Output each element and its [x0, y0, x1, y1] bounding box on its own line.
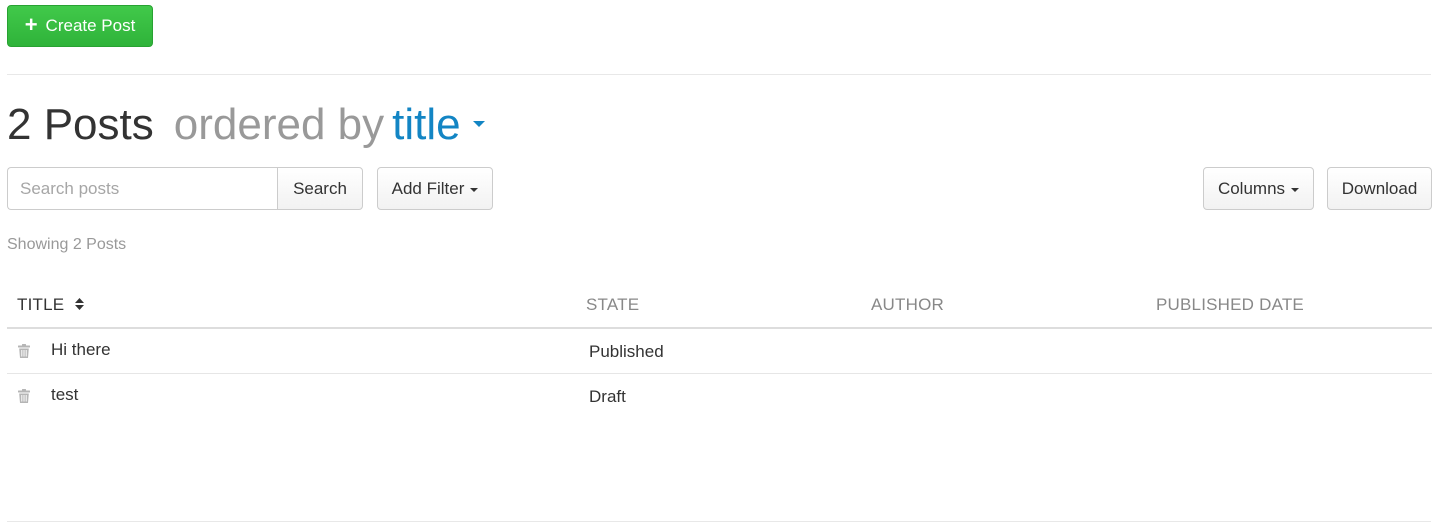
search-button[interactable]: Search: [277, 167, 363, 210]
caret-down-icon: [472, 121, 485, 128]
trash-icon[interactable]: [18, 389, 30, 403]
add-filter-label: Add Filter: [391, 178, 465, 198]
post-title-link[interactable]: Hi there: [51, 340, 111, 360]
divider: [7, 74, 1431, 75]
column-header-state[interactable]: STATE: [586, 295, 639, 315]
download-label: Download: [1341, 178, 1418, 198]
trash-icon[interactable]: [18, 344, 30, 358]
page-title: 2 Posts ordered by title: [7, 100, 485, 150]
search-input[interactable]: [7, 167, 277, 210]
column-header-title[interactable]: TITLE: [17, 295, 85, 315]
sort-field-label: title: [392, 100, 461, 149]
list-page: + Create Post 2 Posts ordered by title Sea…: [0, 0, 1434, 523]
column-header-label: AUTHOR: [871, 295, 944, 314]
divider: [7, 521, 1431, 522]
post-state: Published: [589, 342, 664, 361]
ordered-by-label: ordered by: [173, 100, 385, 149]
sort-field-dropdown[interactable]: title: [392, 100, 485, 149]
add-filter-button[interactable]: Add Filter: [377, 167, 493, 210]
plus-icon: +: [24, 12, 38, 37]
column-header-label: STATE: [586, 295, 640, 314]
column-header-author[interactable]: AUTHOR: [871, 295, 944, 315]
caret-down-icon: [470, 187, 479, 192]
columns-label: Columns: [1217, 178, 1286, 198]
download-button[interactable]: Download: [1327, 167, 1432, 210]
post-title-link[interactable]: test: [51, 385, 78, 405]
table-row: Hi there Published: [7, 329, 1432, 374]
post-state: Draft: [589, 387, 626, 406]
table-header: TITLE STATE AUTHOR PUBLISHED DATE: [7, 283, 1432, 329]
sort-icon: [75, 298, 85, 311]
post-count: 2 Posts: [7, 100, 154, 149]
create-post-label: Create Post: [45, 16, 136, 35]
column-header-label: PUBLISHED DATE: [1156, 295, 1304, 314]
create-post-button[interactable]: + Create Post: [7, 5, 153, 47]
showing-count: Showing 2 Posts: [7, 236, 127, 253]
table-row: test Draft: [7, 374, 1432, 419]
column-header-label: TITLE: [17, 295, 65, 314]
column-header-published-date[interactable]: PUBLISHED DATE: [1156, 295, 1304, 315]
columns-button[interactable]: Columns: [1203, 167, 1314, 210]
posts-table: TITLE STATE AUTHOR PUBLISHED DATE Hi the…: [7, 283, 1432, 419]
caret-down-icon: [1291, 187, 1300, 192]
search-button-label: Search: [293, 178, 347, 198]
